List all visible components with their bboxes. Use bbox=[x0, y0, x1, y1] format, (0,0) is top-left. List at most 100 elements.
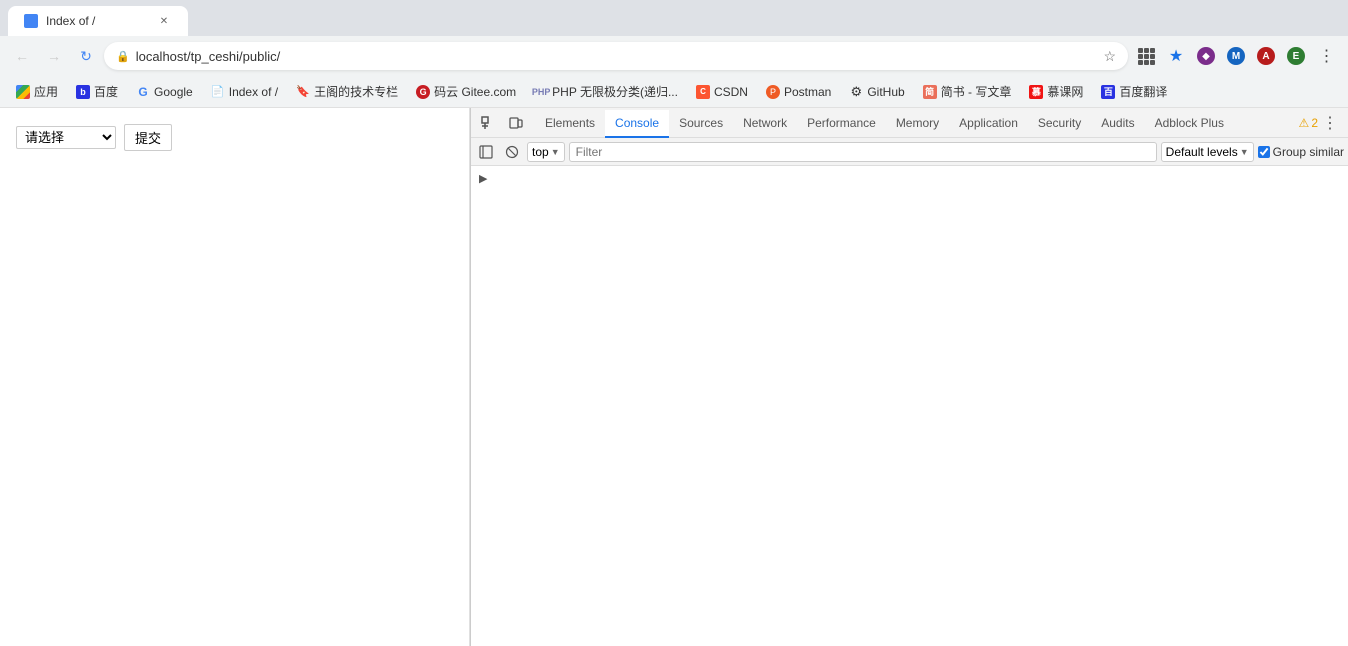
ext-star-button[interactable]: ★ bbox=[1162, 42, 1190, 70]
ext-a-icon: A bbox=[1257, 47, 1275, 65]
devtools-top-toolbar: Elements Console Sources Network Perform… bbox=[471, 108, 1348, 138]
nav-bar: ← → ↻ 🔒 localhost/tp_ceshi/public/ ☆ ★ ◆ bbox=[0, 36, 1348, 76]
baidu-translate-icon: 百 bbox=[1101, 85, 1115, 99]
postman-icon: P bbox=[766, 85, 780, 99]
bookmark-jianshu[interactable]: 简 简书 - 写文章 bbox=[915, 80, 1020, 104]
tab-security[interactable]: Security bbox=[1028, 110, 1091, 138]
bookmark-apps-label: 应用 bbox=[34, 83, 58, 100]
apps-bookmark-icon bbox=[16, 85, 30, 99]
tab-bar: Index of / ✕ bbox=[0, 0, 1348, 36]
console-filter-input[interactable] bbox=[569, 142, 1157, 162]
tab-network[interactable]: Network bbox=[733, 110, 797, 138]
levels-chevron-icon: ▼ bbox=[1240, 147, 1249, 157]
tab-sources[interactable]: Sources bbox=[669, 110, 733, 138]
bookmark-mooc[interactable]: 慕 慕课网 bbox=[1021, 80, 1091, 104]
bookmark-postman[interactable]: P Postman bbox=[758, 80, 839, 104]
php-icon: PHP bbox=[534, 85, 548, 99]
back-button[interactable]: ← bbox=[8, 42, 36, 70]
page-form: 请选择 提交 bbox=[16, 124, 453, 151]
bookmark-baidu-translate-label: 百度翻译 bbox=[1119, 83, 1167, 100]
url-text: localhost/tp_ceshi/public/ bbox=[136, 49, 1098, 64]
google-icon: G bbox=[136, 85, 150, 99]
console-context-selector[interactable]: top ▼ bbox=[527, 142, 565, 162]
bookmark-php[interactable]: PHP PHP 无限极分类(递归... bbox=[526, 80, 686, 104]
console-arrow-row[interactable]: ▶ bbox=[471, 170, 1348, 187]
main-area: 请选择 提交 bbox=[0, 108, 1348, 646]
bookmark-index-label: Index of / bbox=[229, 85, 278, 99]
page-content: 请选择 提交 bbox=[0, 108, 470, 646]
device-toggle-button[interactable] bbox=[503, 110, 529, 136]
bookmark-php-label: PHP 无限极分类(递归... bbox=[552, 83, 678, 100]
ext-m-button[interactable]: M bbox=[1222, 42, 1250, 70]
console-context-value: top bbox=[532, 145, 549, 159]
tab-title: Index of / bbox=[46, 14, 148, 28]
address-bar[interactable]: 🔒 localhost/tp_ceshi/public/ ☆ bbox=[104, 42, 1128, 70]
bookmark-google-label: Google bbox=[154, 85, 193, 99]
tab-console[interactable]: Console bbox=[605, 110, 669, 138]
group-similar-checkbox[interactable] bbox=[1258, 146, 1270, 158]
reload-button[interactable]: ↻ bbox=[72, 42, 100, 70]
console-levels-value: Default levels bbox=[1166, 145, 1238, 159]
tab-memory[interactable]: Memory bbox=[886, 110, 949, 138]
inspect-icon bbox=[481, 116, 495, 130]
browser-tab[interactable]: Index of / ✕ bbox=[8, 6, 188, 36]
page-submit-button[interactable]: 提交 bbox=[124, 124, 172, 151]
bookmark-index[interactable]: 📄 Index of / bbox=[203, 80, 286, 104]
group-similar-label: Group similar bbox=[1273, 145, 1344, 159]
bookmark-github[interactable]: ⚙ GitHub bbox=[841, 80, 912, 104]
inspect-element-button[interactable] bbox=[475, 110, 501, 136]
sidebar-icon bbox=[479, 145, 493, 159]
bookmark-gitee[interactable]: G 码云 Gitee.com bbox=[408, 80, 524, 104]
console-content: ▶ bbox=[471, 166, 1348, 646]
devtools-tab-end: ⚠ 2 ⋮ bbox=[1299, 113, 1344, 133]
ext-purple-icon: ◆ bbox=[1197, 47, 1215, 65]
bookmark-baidu-translate[interactable]: 百 百度翻译 bbox=[1093, 80, 1175, 104]
tab-elements[interactable]: Elements bbox=[535, 110, 605, 138]
bookmark-star-icon[interactable]: ☆ bbox=[1103, 48, 1116, 65]
device-icon bbox=[509, 116, 523, 130]
tab-application[interactable]: Application bbox=[949, 110, 1028, 138]
ext-m-icon: M bbox=[1227, 47, 1245, 65]
github-icon: ⚙ bbox=[849, 85, 863, 99]
console-expand-arrow[interactable]: ▶ bbox=[479, 172, 487, 185]
console-group-similar[interactable]: Group similar bbox=[1258, 145, 1344, 159]
ext-purple-button[interactable]: ◆ bbox=[1192, 42, 1220, 70]
tab-audits[interactable]: Audits bbox=[1091, 110, 1144, 138]
mooc-icon: 慕 bbox=[1029, 85, 1043, 99]
jianshu-icon: 简 bbox=[923, 85, 937, 99]
tab-close-button[interactable]: ✕ bbox=[156, 13, 172, 29]
page-select[interactable]: 请选择 bbox=[16, 126, 116, 149]
console-toolbar: top ▼ Default levels ▼ Group similar bbox=[471, 138, 1348, 166]
ext-e-button[interactable]: E bbox=[1282, 42, 1310, 70]
apps-icon-button[interactable] bbox=[1132, 42, 1160, 70]
bookmark-google[interactable]: G Google bbox=[128, 80, 201, 104]
clear-icon bbox=[505, 145, 519, 159]
browser-window: Index of / ✕ ← → ↻ 🔒 localhost/tp_ceshi/… bbox=[0, 0, 1348, 646]
devtools-panel: Elements Console Sources Network Perform… bbox=[470, 108, 1348, 646]
bookmark-postman-label: Postman bbox=[784, 85, 831, 99]
gitee-icon: G bbox=[416, 85, 430, 99]
tab-performance[interactable]: Performance bbox=[797, 110, 886, 138]
warning-count: 2 bbox=[1311, 116, 1318, 130]
baidu-icon: b bbox=[76, 85, 90, 99]
bookmark-github-label: GitHub bbox=[867, 85, 904, 99]
bookmark-wang-tech-label: 王阁的技术专栏 bbox=[314, 83, 398, 100]
bookmark-jianshu-label: 简书 - 写文章 bbox=[941, 83, 1012, 100]
ext-a-button[interactable]: A bbox=[1252, 42, 1280, 70]
bookmark-wang-tech[interactable]: 🔖 王阁的技术专栏 bbox=[288, 80, 406, 104]
chevron-down-icon: ▼ bbox=[551, 147, 560, 157]
forward-button[interactable]: → bbox=[40, 42, 68, 70]
bookmark-csdn-label: CSDN bbox=[714, 85, 748, 99]
console-levels-selector[interactable]: Default levels ▼ bbox=[1161, 142, 1254, 162]
bookmark-apps[interactable]: 应用 bbox=[8, 80, 66, 104]
bookmark-csdn[interactable]: C CSDN bbox=[688, 80, 756, 104]
console-sidebar-button[interactable] bbox=[475, 141, 497, 163]
tab-adblock-plus[interactable]: Adblock Plus bbox=[1145, 110, 1234, 138]
more-menu-button[interactable]: ⋮ bbox=[1312, 42, 1340, 70]
bookmark-baidu[interactable]: b 百度 bbox=[68, 80, 126, 104]
bookmark-baidu-label: 百度 bbox=[94, 83, 118, 100]
devtools-warning-badge[interactable]: ⚠ 2 bbox=[1299, 116, 1318, 130]
devtools-more-button[interactable]: ⋮ bbox=[1322, 113, 1338, 133]
console-clear-button[interactable] bbox=[501, 141, 523, 163]
bookmark-gitee-label: 码云 Gitee.com bbox=[434, 83, 516, 100]
